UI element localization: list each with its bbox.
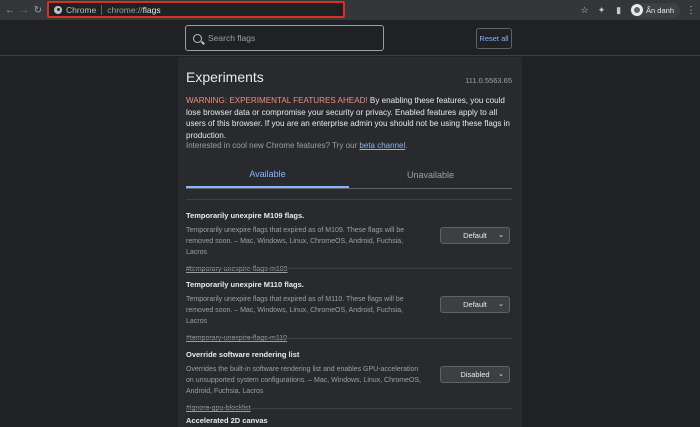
omnibox-scheme: chrome:// (107, 4, 143, 15)
extensions-puzzle-icon[interactable]: ✦ (596, 5, 607, 16)
flag-name: Override software rendering list (186, 350, 300, 359)
beta-channel-note: Interested in cool new Chrome features? … (186, 141, 407, 150)
search-flags-input[interactable] (208, 33, 378, 43)
flag-name: Temporarily unexpire M109 flags. (186, 211, 305, 220)
experiments-panel: Experiments 111.0.5563.65 WARNING: EXPER… (178, 57, 522, 427)
flag-item: Override software rendering list Overrid… (186, 338, 512, 412)
flags-header: Reset all (0, 20, 700, 56)
toolbar-actions: ☆ ✦ ▮ Ẩn danh ⋮ (579, 0, 696, 20)
back-arrow-icon[interactable]: ← (3, 1, 17, 19)
flag-name: Accelerated 2D canvas (186, 416, 268, 425)
chevron-down-icon: ⌄ (498, 371, 504, 378)
search-box[interactable] (185, 25, 384, 51)
omnibox-path: flags (142, 4, 161, 15)
flag-description: Overrides the built-in software renderin… (186, 366, 421, 395)
search-icon (193, 33, 202, 43)
flag-state-select[interactable]: Default ⌄ (440, 296, 510, 313)
flag-description: Temporarily unexpire flags that expired … (186, 227, 405, 256)
beta-note-text: Interested in cool new Chrome features? … (186, 141, 360, 150)
tab-available[interactable]: Available (186, 161, 349, 188)
omnibox-site-label: Chrome (66, 4, 97, 15)
reset-all-button[interactable]: Reset all (476, 28, 512, 49)
page-title: Experiments (186, 69, 264, 85)
profile-name: Ẩn danh (646, 5, 674, 15)
flag-item: Accelerated 2D canvas (186, 408, 512, 427)
warning-prefix: WARNING: EXPERIMENTAL FEATURES AHEAD! (186, 96, 368, 105)
flags-tabs: Available Unavailable (186, 161, 512, 189)
warning-text: WARNING: EXPERIMENTAL FEATURES AHEAD! By… (186, 95, 518, 141)
chrome-logo-icon (54, 5, 62, 14)
chrome-version: 111.0.5563.65 (465, 76, 512, 85)
beta-channel-link[interactable]: beta channel (359, 141, 405, 150)
flag-state-value: Disabled (460, 370, 490, 379)
incognito-icon (631, 4, 644, 16)
side-panel-icon[interactable]: ▮ (613, 5, 624, 16)
flag-state-select[interactable]: Default ⌄ (440, 227, 510, 244)
bookmark-star-icon[interactable]: ☆ (579, 5, 590, 16)
reload-icon[interactable]: ↻ (31, 1, 45, 19)
flag-state-select[interactable]: Disabled ⌄ (440, 366, 510, 383)
flag-item: Temporarily unexpire M110 flags. Tempora… (186, 268, 512, 342)
flag-state-value: Default (463, 300, 487, 309)
beta-note-end: . (405, 141, 408, 150)
chevron-down-icon: ⌄ (498, 232, 504, 239)
flag-name: Temporarily unexpire M110 flags. (186, 280, 304, 289)
flag-description: Temporarily unexpire flags that expired … (186, 296, 404, 325)
forward-arrow-icon[interactable]: → (17, 1, 31, 19)
flag-item: Temporarily unexpire M109 flags. Tempora… (186, 199, 512, 273)
incognito-profile-button[interactable]: Ẩn danh (630, 2, 680, 18)
tab-unavailable[interactable]: Unavailable (349, 161, 512, 188)
chevron-down-icon: ⌄ (498, 301, 504, 308)
address-bar[interactable]: Chrome chrome:// flags (47, 1, 345, 18)
more-menu-icon[interactable]: ⋮ (686, 5, 696, 16)
browser-toolbar: ← → ↻ Chrome chrome:// flags ☆ ✦ ▮ Ẩn da… (0, 0, 700, 20)
flag-state-value: Default (463, 231, 487, 240)
omnibox-separator (101, 4, 103, 15)
